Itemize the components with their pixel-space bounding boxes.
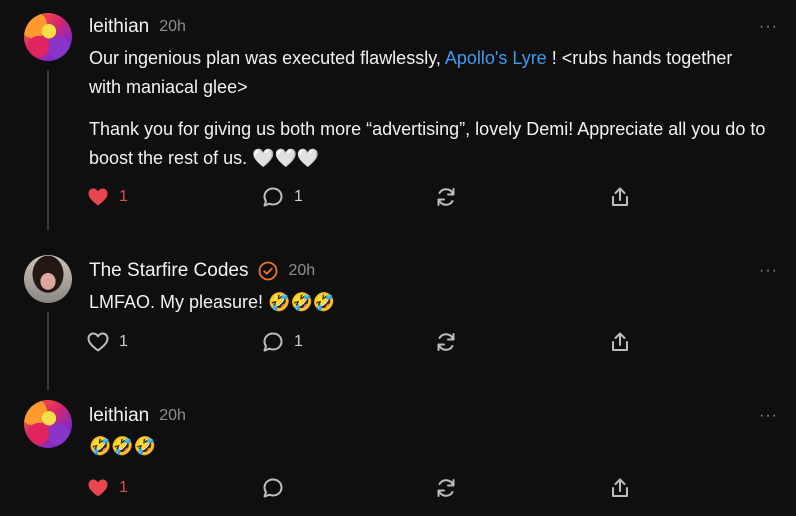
heart-icon: [88, 479, 108, 497]
comment-header: leithian 20h: [89, 16, 186, 38]
more-icon[interactable]: ···: [759, 408, 778, 424]
text: Thank you for giving us both more “adver…: [89, 119, 766, 168]
comment-body: Our ingenious plan was executed flawless…: [89, 44, 769, 173]
comment-header: The Starfire Codes 20h: [89, 260, 315, 282]
comment-body: 🤣🤣🤣: [89, 432, 769, 461]
reply-button[interactable]: 1: [261, 185, 303, 209]
paragraph: 🤣🤣🤣: [89, 436, 157, 456]
like-button[interactable]: 1: [86, 476, 128, 500]
reply-count: 1: [294, 188, 303, 205]
like-button[interactable]: 1: [86, 330, 128, 354]
like-count: 1: [119, 333, 128, 350]
heart-icon: [88, 188, 108, 206]
share-icon: [612, 332, 628, 351]
comment-icon: [263, 478, 283, 498]
restack-icon: [437, 188, 455, 206]
restack-icon: [437, 333, 455, 351]
share-button[interactable]: [608, 330, 632, 354]
verified-badge-icon: [258, 261, 278, 281]
timestamp[interactable]: 20h: [159, 407, 186, 425]
comment-header: leithian 20h: [89, 405, 186, 427]
thread-line: [47, 70, 49, 230]
avatar[interactable]: [24, 255, 72, 303]
paragraph: Our ingenious plan was executed flawless…: [89, 44, 769, 102]
author-name[interactable]: leithian: [89, 16, 149, 38]
avatar[interactable]: [24, 400, 72, 448]
comment-body: LMFAO. My pleasure! 🤣🤣🤣: [89, 288, 769, 317]
like-button[interactable]: 1: [86, 185, 128, 209]
restack-button[interactable]: [434, 476, 458, 500]
author-name[interactable]: The Starfire Codes: [89, 260, 248, 282]
paragraph: LMFAO. My pleasure! 🤣🤣🤣: [89, 292, 336, 312]
restack-button[interactable]: [434, 185, 458, 209]
reply-button[interactable]: 1: [261, 330, 303, 354]
restack-icon: [437, 479, 455, 497]
comment-actions: 1: [86, 476, 646, 502]
heart-icon: [87, 332, 109, 352]
comment-icon: [263, 187, 283, 207]
more-icon[interactable]: ···: [759, 19, 778, 35]
timestamp[interactable]: 20h: [159, 18, 186, 36]
more-icon[interactable]: ···: [759, 263, 778, 279]
share-icon: [612, 478, 628, 497]
timestamp[interactable]: 20h: [288, 262, 315, 280]
paragraph: Thank you for giving us both more “adver…: [89, 115, 769, 173]
text: Our ingenious plan was executed flawless…: [89, 48, 445, 68]
avatar[interactable]: [24, 13, 72, 61]
mention-link[interactable]: Apollo's Lyre: [445, 48, 547, 68]
comment-icon: [263, 332, 283, 352]
share-icon: [612, 187, 628, 206]
share-button[interactable]: [608, 476, 632, 500]
reply-count: 1: [294, 333, 303, 350]
author-name[interactable]: leithian: [89, 405, 149, 427]
share-button[interactable]: [608, 185, 632, 209]
comment-actions: 1 1: [86, 185, 646, 211]
reply-button[interactable]: [261, 476, 285, 500]
like-count: 1: [119, 188, 128, 205]
thread-line: [47, 312, 49, 390]
restack-button[interactable]: [434, 330, 458, 354]
like-count: 1: [119, 479, 128, 496]
comment-actions: 1 1: [86, 330, 646, 356]
